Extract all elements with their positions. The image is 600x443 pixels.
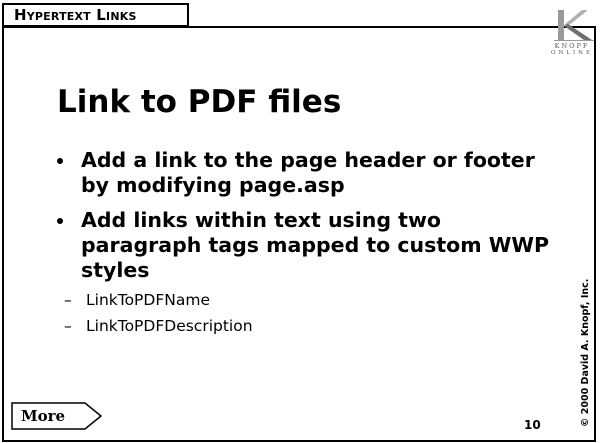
bullet-dot-icon xyxy=(57,158,63,164)
logo-text-online: ONLINE xyxy=(551,50,593,56)
slide-title: Link to PDF files xyxy=(57,84,342,120)
more-button[interactable]: More xyxy=(11,402,103,430)
bullet-list: Add a link to the page header or footer … xyxy=(55,148,565,349)
sub-bullet-item: – LinkToPDFName xyxy=(64,287,565,313)
more-label: More xyxy=(21,407,66,425)
bullet-item: Add links within text using two paragrap… xyxy=(55,208,565,339)
k-logo-mark xyxy=(554,10,594,41)
bullet-text: Add links within text using two paragrap… xyxy=(81,208,549,282)
logo-text-knopf: KNOPF xyxy=(554,42,590,50)
bullet-item: Add a link to the page header or footer … xyxy=(55,148,565,198)
dash-icon: – xyxy=(64,291,72,309)
knopf-logo-icon: KNOPF ONLINE xyxy=(548,8,596,66)
section-label: Hypertext Links xyxy=(14,6,137,24)
sub-bullet-text: LinkToPDFDescription xyxy=(86,317,253,335)
slide: Hypertext Links KNOPF ONLINE Link to PDF… xyxy=(0,0,600,443)
sub-bullet-item: – LinkToPDFDescription xyxy=(64,313,565,339)
dash-icon: – xyxy=(64,317,72,335)
sub-bullet-text: LinkToPDFName xyxy=(86,291,210,309)
section-tab: Hypertext Links xyxy=(2,3,189,27)
bullet-text: Add a link to the page header or footer … xyxy=(81,148,535,197)
bullet-dot-icon xyxy=(57,218,63,224)
page-number: 10 xyxy=(524,418,541,432)
copyright-text: © 2000 David A. Knopf, Inc. xyxy=(580,278,591,427)
sub-bullet-list: – LinkToPDFName – LinkToPDFDescription xyxy=(64,287,565,339)
